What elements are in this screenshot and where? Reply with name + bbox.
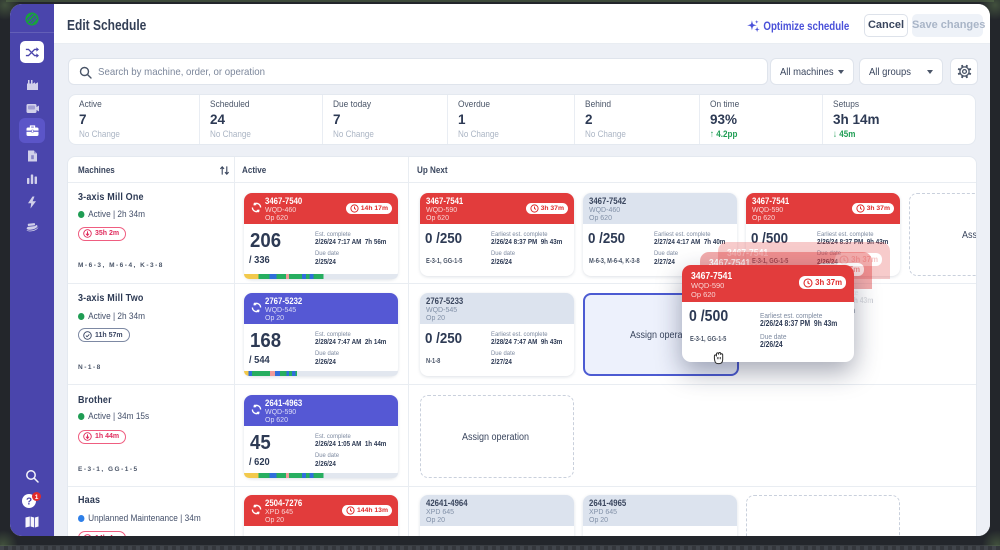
svg-text:?: ?: [26, 497, 32, 508]
svg-text:1: 1: [35, 494, 39, 501]
